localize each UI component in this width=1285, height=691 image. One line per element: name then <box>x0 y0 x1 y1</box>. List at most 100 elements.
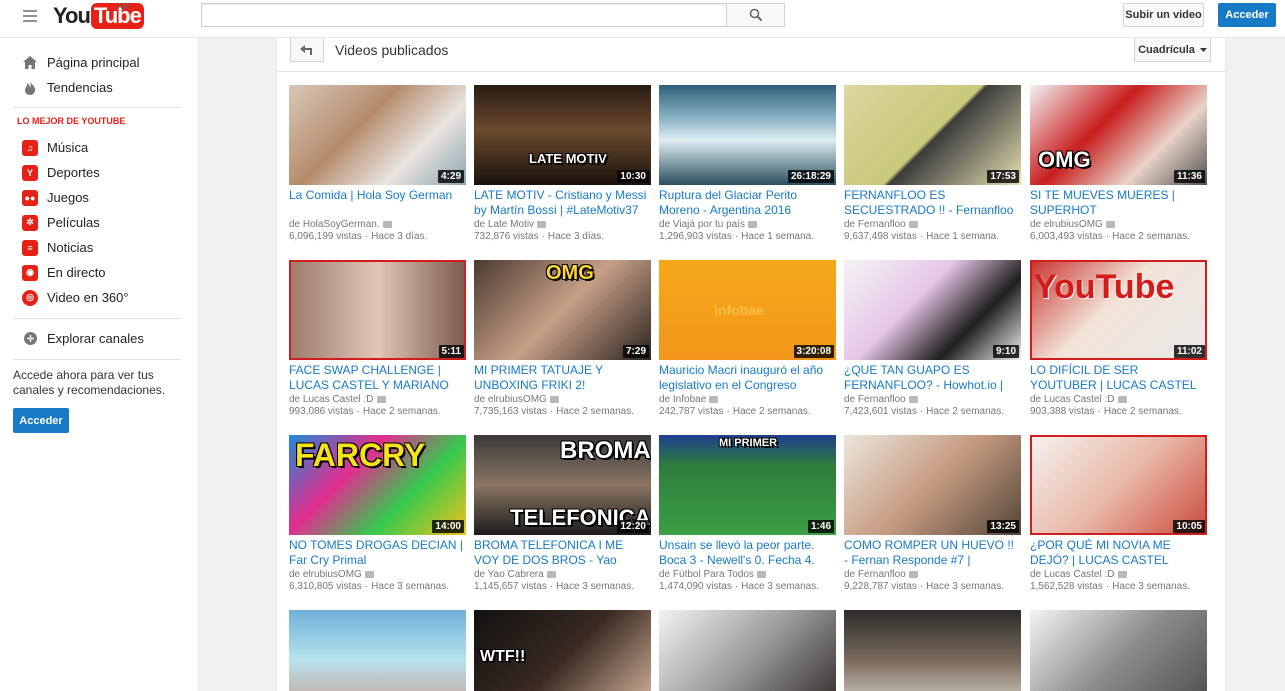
video-card[interactable]: YouTube 11:02 LO DIFÍCIL DE SER YOUTUBER |… <box>1030 260 1207 419</box>
video-card[interactable] <box>289 610 466 691</box>
channel-name-link[interactable]: de Viajá por tu país <box>659 219 745 230</box>
video-title-link[interactable]: ¿POR QUÉ MI NOVIA ME DEJÓ? | LUCAS CASTE… <box>1030 538 1207 568</box>
video-thumbnail[interactable]: 26:18:29 <box>659 85 836 185</box>
video-thumbnail[interactable]: BROMA TELEFONICA 12:20 <box>474 435 651 535</box>
video-card[interactable]: 9:10 ¿QUE TAN GUAPO ES FERNANFLOO? - Howh… <box>844 260 1021 419</box>
video-card[interactable]: OMG 11:36 SI TE MUEVES MUERES | SUPERHOT de… <box>1030 85 1207 244</box>
sidebar-item-music[interactable]: ♫ Música <box>0 135 199 160</box>
channel-name-link[interactable]: de Fernanfloo <box>844 394 906 405</box>
video-card[interactable]: OMG 7:29 MI PRIMER TATUAJE Y UNBOXING FRIK… <box>474 260 651 419</box>
video-title-link[interactable]: SI TE MUEVES MUERES | SUPERHOT <box>1030 188 1207 218</box>
video-thumbnail[interactable]: 17:53 <box>844 85 1021 185</box>
video-card[interactable]: 10:05 ¿POR QUÉ MI NOVIA ME DEJÓ? | LUCAS … <box>1030 435 1207 594</box>
sidebar-signin-button[interactable]: Acceder <box>13 408 69 433</box>
video-thumbnail[interactable]: OMG 11:36 <box>1030 85 1207 185</box>
video-card[interactable]: 17:53 FERNANFLOO ES SECUESTRADO !! - Fern… <box>844 85 1021 244</box>
video-thumbnail[interactable]: MI PRIMER 1:46 <box>659 435 836 535</box>
video-title-link[interactable]: LATE MOTIV - Cristiano y Messi by Martín… <box>474 188 651 218</box>
view-count: 1,474,090 vistas <box>659 581 732 592</box>
channel-name-link[interactable]: de elrubiusOMG <box>474 394 547 405</box>
video-thumbnail[interactable] <box>289 610 466 691</box>
video-card[interactable]: MI PRIMER 1:46 Unsain se llevó la peor par… <box>659 435 836 594</box>
sidebar-item-explore-channels[interactable]: Explorar canales <box>0 326 199 351</box>
video-card[interactable]: 26:18:29 Ruptura del Glaciar Perito Moren… <box>659 85 836 244</box>
video-thumbnail[interactable] <box>1030 610 1207 691</box>
sidebar-item-360[interactable]: ◎ Video en 360° <box>0 285 199 310</box>
home-icon <box>22 55 38 71</box>
channel-name-link[interactable]: de elrubiusOMG <box>1030 219 1103 230</box>
upload-button[interactable]: Subir un video <box>1123 3 1204 27</box>
video-card[interactable] <box>1030 610 1207 691</box>
video-thumbnail[interactable]: 5:11 <box>289 260 466 360</box>
channel-name-link[interactable]: de Fernanfloo <box>844 219 906 230</box>
video-card[interactable]: BROMA TELEFONICA 12:20 BROMA TELEFONICA I M… <box>474 435 651 594</box>
sidebar-item-sports[interactable]: Y Deportes <box>0 160 199 185</box>
channel-name-link[interactable]: de Yao Cabrera <box>474 569 544 580</box>
upload-age: Hace 3 días. <box>547 231 604 242</box>
video-thumbnail[interactable]: YouTube 11:02 <box>1030 260 1207 360</box>
view-mode-dropdown[interactable]: Cuadrícula <box>1134 38 1211 62</box>
upload-age: Hace 3 semanas. <box>926 581 1004 592</box>
video-title-link[interactable]: FERNANFLOO ES SECUESTRADO !! - Fernanflo… <box>844 188 1021 218</box>
video-thumbnail[interactable] <box>844 610 1021 691</box>
channel-name-link[interactable]: de Fernanfloo <box>844 569 906 580</box>
video-thumbnail[interactable]: FARCRY 14:00 <box>289 435 466 535</box>
video-thumbnail[interactable]: LATE MOTIV 10:30 <box>474 85 651 185</box>
video-card[interactable]: FARCRY 14:00 NO TOMES DROGAS DECIAN | Far … <box>289 435 466 594</box>
video-card[interactable] <box>844 610 1021 691</box>
video-card[interactable]: 4:29 La Comida | Hola Soy German de HolaSo… <box>289 85 466 244</box>
video-channel: de Infobae <box>659 393 836 406</box>
video-card[interactable]: LATE MOTIV 10:30 LATE MOTIV - Cristiano y … <box>474 85 651 244</box>
video-card[interactable]: infobae 3:20:08 Mauricio Macri inauguró el… <box>659 260 836 419</box>
verified-badge-icon <box>376 396 386 403</box>
channel-name-link[interactable]: de Lucas Castel :D <box>1030 394 1115 405</box>
youtube-logo[interactable]: You Tube AR <box>53 2 144 29</box>
video-title-link[interactable]: La Comida | Hola Soy German <box>289 188 466 218</box>
channel-name-link[interactable]: de HolaSoyGerman. <box>289 219 380 230</box>
video-thumbnail[interactable] <box>659 610 836 691</box>
sidebar-item-news[interactable]: ≡ Noticias <box>0 235 199 260</box>
channel-name-link[interactable]: de Fútbol Para Todos <box>659 569 754 580</box>
video-thumbnail[interactable]: 4:29 <box>289 85 466 185</box>
sidebar-item-home[interactable]: Página principal <box>0 50 199 75</box>
video-title-link[interactable]: Unsain se llevó la peor parte. Boca 3 - … <box>659 538 836 568</box>
video-thumbnail[interactable]: 13:25 <box>844 435 1021 535</box>
video-title-link[interactable]: LO DIFÍCIL DE SER YOUTUBER | LUCAS CASTE… <box>1030 363 1207 393</box>
search-input[interactable] <box>201 3 726 27</box>
video-card[interactable]: 13:25 COMO ROMPER UN HUEVO !! - Fernan Re… <box>844 435 1021 594</box>
video-card[interactable]: WTF!! <box>474 610 651 691</box>
signin-button[interactable]: Acceder <box>1218 3 1276 27</box>
video-thumbnail[interactable]: WTF!! <box>474 610 651 691</box>
channel-name-link[interactable]: de Late Motiv <box>474 219 534 230</box>
meta-separator: · <box>549 406 554 417</box>
video-title-link[interactable]: Mauricio Macri inauguró el año legislati… <box>659 363 836 393</box>
sidebar-item-games[interactable]: ●● Juegos <box>0 185 199 210</box>
sidebar-item-live[interactable]: ◉ En directo <box>0 260 199 285</box>
channel-name-link[interactable]: de elrubiusOMG <box>289 569 362 580</box>
video-channel: de Viajá por tu país <box>659 218 836 231</box>
video-thumbnail[interactable]: infobae 3:20:08 <box>659 260 836 360</box>
video-title-link[interactable]: MI PRIMER TATUAJE Y UNBOXING FRIKI 2! <box>474 363 651 393</box>
video-title-link[interactable]: COMO ROMPER UN HUEVO !! - Fernan Respond… <box>844 538 1021 568</box>
video-card[interactable]: 5:11 FACE SWAP CHALLENGE | LUCAS CASTEL Y… <box>289 260 466 419</box>
verified-badge-icon <box>546 571 556 578</box>
video-title-link[interactable]: FACE SWAP CHALLENGE | LUCAS CASTEL Y MAR… <box>289 363 466 393</box>
channel-name-link[interactable]: de Lucas Castel :D <box>1030 569 1115 580</box>
hamburger-menu-icon[interactable] <box>23 10 37 22</box>
video-duration: 5:11 <box>438 345 464 358</box>
video-thumbnail[interactable]: OMG 7:29 <box>474 260 651 360</box>
back-button[interactable] <box>290 38 324 62</box>
video-title-link[interactable]: NO TOMES DROGAS DECIAN | Far Cry Primal <box>289 538 466 568</box>
search-button[interactable] <box>726 3 785 27</box>
video-thumbnail[interactable]: 10:05 <box>1030 435 1207 535</box>
video-card[interactable] <box>659 610 836 691</box>
video-thumbnail[interactable]: 9:10 <box>844 260 1021 360</box>
sidebar-item-trending[interactable]: Tendencias <box>0 75 199 100</box>
video-title-link[interactable]: BROMA TELEFONICA I ME VOY DE DOS BROS - … <box>474 538 651 568</box>
channel-name-link[interactable]: de Lucas Castel :D <box>289 394 374 405</box>
video-title-link[interactable]: ¿QUE TAN GUAPO ES FERNANFLOO? - Howhot.i… <box>844 363 1021 393</box>
channel-name-link[interactable]: de Infobae <box>659 394 706 405</box>
sidebar-item-movies[interactable]: ✲ Películas <box>0 210 199 235</box>
meta-separator: · <box>364 581 369 592</box>
video-title-link[interactable]: Ruptura del Glaciar Perito Moreno - Arge… <box>659 188 836 218</box>
